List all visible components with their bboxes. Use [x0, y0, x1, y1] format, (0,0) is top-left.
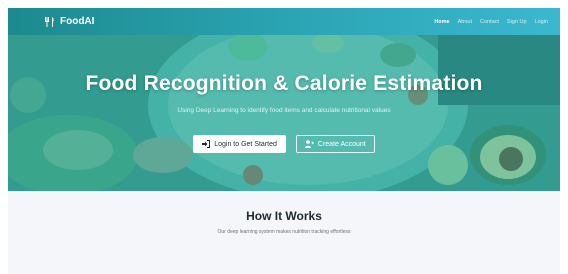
hero-buttons: Login to Get Started Create Account	[8, 135, 560, 153]
nav-link-about[interactable]: About	[458, 19, 472, 25]
how-it-works-section: How It Works Our deep learning system ma…	[8, 191, 560, 274]
page: FoodAI Home About Contact Sign Up Login	[0, 0, 568, 274]
how-it-works-title: How It Works	[246, 209, 322, 223]
hero-content: Food Recognition & Calorie Estimation Us…	[8, 35, 560, 191]
hero-subtitle: Using Deep Learning to identify food ite…	[177, 107, 391, 114]
nav-link-login[interactable]: Login	[535, 19, 548, 25]
login-to-get-started-button[interactable]: Login to Get Started	[193, 135, 286, 153]
login-button-label: Login to Get Started	[214, 140, 277, 148]
brand[interactable]: FoodAI	[44, 16, 94, 27]
nav-link-contact[interactable]: Contact	[480, 19, 499, 25]
hero-section: Food Recognition & Calorie Estimation Us…	[8, 35, 560, 191]
navbar: FoodAI Home About Contact Sign Up Login	[8, 8, 560, 35]
nav-link-sign-up[interactable]: Sign Up	[507, 19, 527, 25]
how-it-works-subtitle: Our deep learning system makes nutrition…	[217, 229, 351, 235]
create-account-button[interactable]: Create Account	[295, 135, 375, 153]
utensils-icon	[45, 16, 54, 27]
hero-title: Food Recognition & Calorie Estimation	[85, 72, 483, 95]
sign-in-icon	[202, 140, 211, 148]
user-plus-icon	[304, 140, 314, 148]
nav-link-home[interactable]: Home	[434, 19, 449, 25]
brand-name: FoodAI	[60, 16, 95, 27]
nav-links: Home About Contact Sign Up Login	[434, 19, 548, 25]
create-account-label: Create Account	[317, 140, 366, 148]
